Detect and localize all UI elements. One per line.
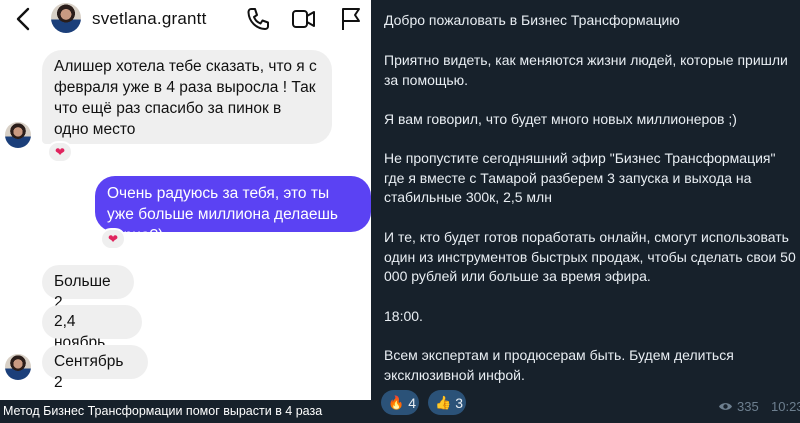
flag-icon[interactable] — [338, 6, 364, 32]
incoming-message[interactable]: Сентябрь 2 — [42, 345, 148, 391]
back-arrow-icon[interactable] — [12, 6, 36, 32]
view-count: 335 — [737, 399, 759, 414]
instagram-dm-screenshot: svetlana.grantt Алишер хотела тебе сказа… — [0, 0, 371, 400]
heart-reaction-icon[interactable]: ❤ — [47, 141, 73, 163]
post-paragraph: Добро пожаловать в Бизнес Трансформацию — [384, 12, 680, 28]
post-paragraph: Я вам говорил, что будет много новых мил… — [384, 111, 737, 127]
reaction-count: 3 — [455, 394, 463, 411]
username[interactable]: svetlana.grantt — [92, 9, 207, 29]
incoming-message[interactable]: Алишер хотела тебе сказать, что я с февр… — [42, 50, 332, 144]
heart-reaction-icon[interactable]: ❤ — [100, 228, 126, 250]
eye-icon — [719, 403, 732, 410]
post-paragraph: Приятно видеть, как меняются жизни людей… — [384, 52, 788, 88]
incoming-message[interactable]: 2,4 ноябрь — [42, 305, 142, 351]
reaction-fire[interactable]: 🔥 4 — [381, 390, 419, 415]
image-caption: Метод Бизнес Трансформации помог вырасти… — [3, 404, 323, 418]
reaction-count: 4 — [408, 394, 416, 411]
post-time: 10:23 — [771, 399, 800, 414]
outgoing-message[interactable]: Очень радуюсь за тебя, это ты уже больше… — [95, 176, 371, 244]
fire-icon: 🔥 — [388, 394, 405, 410]
telegram-post: Добро пожаловать в Бизнес Трансформацию … — [371, 0, 800, 423]
video-call-icon[interactable] — [290, 6, 316, 32]
post-paragraph: И те, кто будет готов поработать онлайн,… — [384, 229, 796, 284]
avatar[interactable] — [51, 3, 81, 33]
post-paragraph: 18:00. — [384, 308, 423, 324]
thumbs-up-icon: 👍 — [435, 394, 452, 410]
post-paragraph: Не пропустите сегодняшний эфир "Бизнес Т… — [384, 150, 776, 205]
post-paragraph: Всем экспертам и продюсерам быть. Будем … — [384, 347, 734, 383]
screen: svetlana.grantt Алишер хотела тебе сказа… — [0, 0, 800, 423]
reaction-thumbs-up[interactable]: 👍 3 — [428, 390, 466, 415]
sender-avatar — [5, 354, 31, 380]
dm-header: svetlana.grantt — [0, 0, 371, 40]
phone-icon[interactable] — [245, 6, 271, 32]
incoming-message[interactable]: Больше 2 — [42, 265, 134, 311]
sender-avatar — [5, 122, 31, 148]
